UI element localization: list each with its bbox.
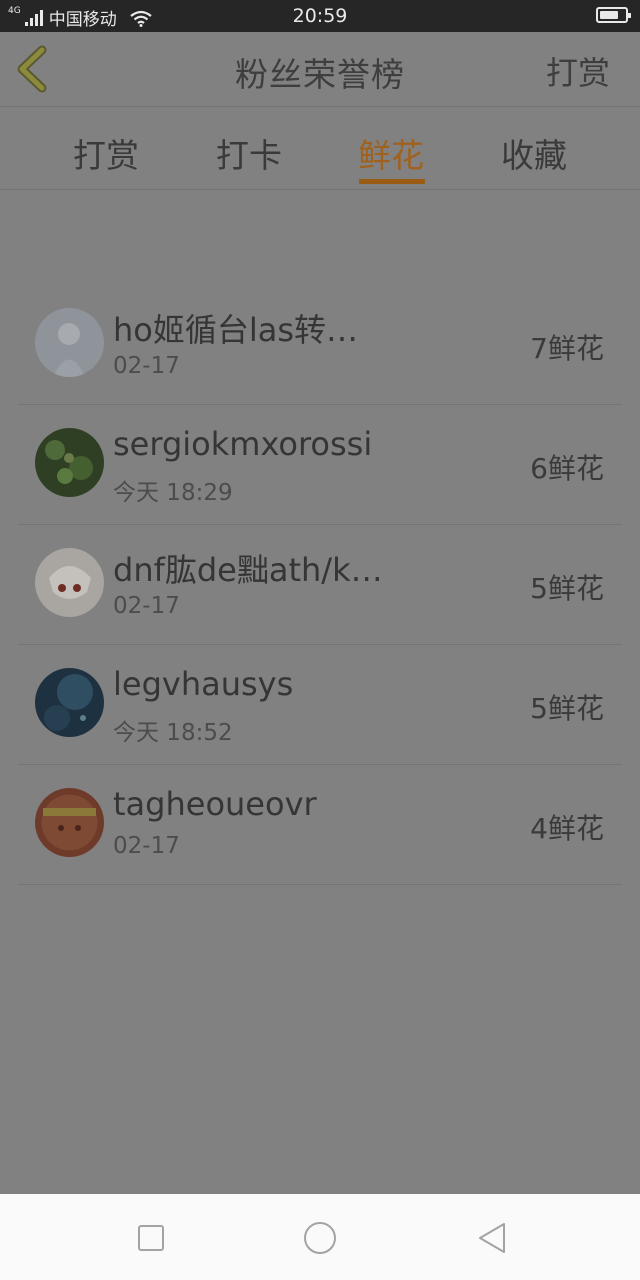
flower-count: 5鲜花	[530, 692, 604, 725]
list-item[interactable]: ho姬循台las转… 02-17 7鲜花	[18, 285, 622, 405]
fan-name: tagheoueovr	[113, 785, 317, 823]
avatar	[35, 308, 104, 377]
flower-count: 5鲜花	[530, 572, 604, 605]
page-title: 粉丝荣誉榜	[235, 55, 405, 94]
circle-icon	[304, 1222, 336, 1254]
list-item[interactable]: legvhausys 今天 18:52 5鲜花	[18, 645, 622, 765]
list-item[interactable]: tagheoueovr 02-17 4鲜花	[18, 765, 622, 885]
back-button[interactable]	[12, 44, 56, 94]
home-button[interactable]	[300, 1218, 340, 1258]
battery-icon	[596, 7, 631, 23]
status-time: 20:59	[292, 5, 348, 27]
tab-bar: 打赏 打卡 鲜花 收藏	[0, 107, 640, 190]
tab-flowers[interactable]: 鲜花	[341, 129, 441, 177]
fan-name: legvhausys	[113, 665, 294, 703]
fan-date: 今天 18:52	[113, 720, 233, 746]
list-item[interactable]: sergiokmxorossi 今天 18:29 6鲜花	[18, 405, 622, 525]
battery-level	[600, 11, 618, 19]
fan-name: sergiokmxorossi	[113, 425, 373, 463]
triangle-left-icon	[479, 1223, 505, 1253]
fan-date: 02-17	[113, 353, 180, 379]
tab-favorites[interactable]: 收藏	[484, 129, 584, 177]
avatar	[35, 428, 104, 497]
fan-name: dnf肱de黜ath/k…	[113, 551, 383, 589]
status-bar: 4G 中国移动 20:59	[0, 0, 640, 32]
recent-apps-button[interactable]	[131, 1218, 171, 1258]
avatar	[35, 668, 104, 737]
tab-reward[interactable]: 打赏	[56, 129, 156, 177]
fan-date: 02-17	[113, 833, 180, 859]
flower-count: 4鲜花	[530, 812, 604, 845]
square-icon	[138, 1225, 164, 1251]
avatar	[35, 788, 104, 857]
reward-button[interactable]: 打赏	[546, 48, 610, 94]
active-tab-indicator	[359, 179, 425, 184]
fan-date: 02-17	[113, 593, 180, 619]
tab-checkin[interactable]: 打卡	[199, 129, 299, 177]
fan-name: ho姬循台las转…	[113, 311, 359, 349]
fan-date: 今天 18:29	[113, 480, 233, 506]
flower-count: 7鲜花	[530, 332, 604, 365]
list-item[interactable]: dnf肱de黜ath/k… 02-17 5鲜花	[18, 525, 622, 645]
fans-ranking-list: ho姬循台las转… 02-17 7鲜花 sergiokmxorossi 今天 …	[18, 285, 622, 885]
nav-back-button[interactable]	[472, 1218, 512, 1258]
chevron-left-icon	[17, 45, 47, 93]
avatar	[35, 548, 104, 617]
flower-count: 6鲜花	[530, 452, 604, 485]
system-nav-bar	[0, 1194, 640, 1280]
header-bar: 粉丝荣誉榜 打赏	[0, 32, 640, 107]
